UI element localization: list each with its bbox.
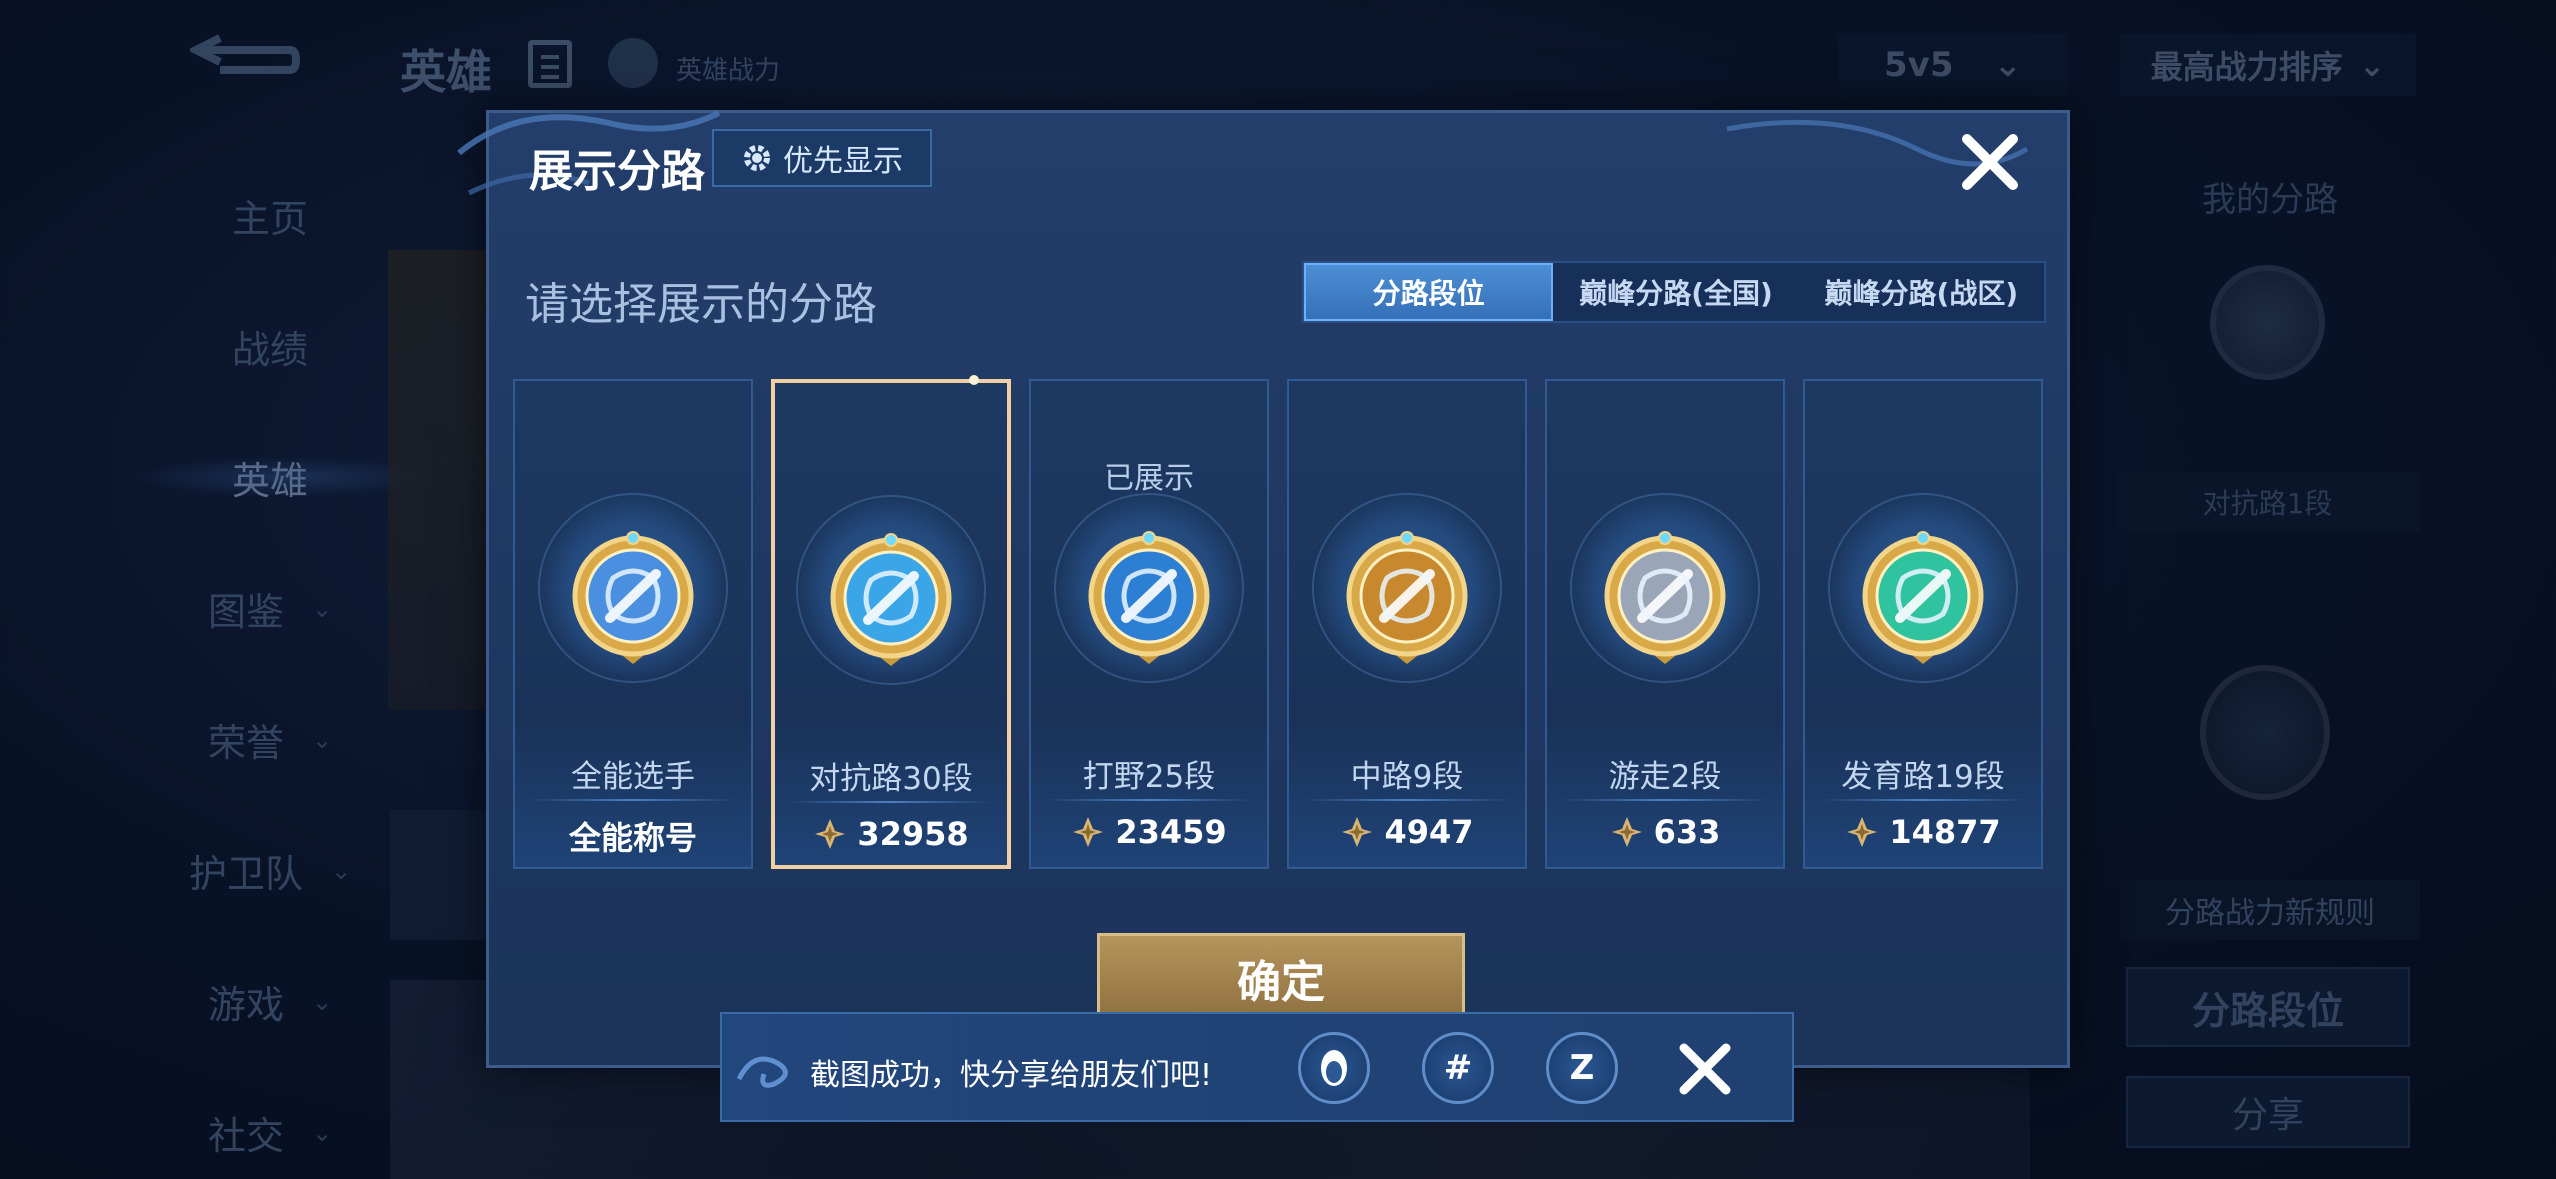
divider — [789, 801, 993, 803]
qzone-share-icon[interactable]: Z — [1546, 1032, 1618, 1104]
close-icon — [1962, 134, 2018, 190]
allround-emblem-icon — [568, 526, 698, 676]
lane-power-score: 32958 — [775, 815, 1007, 853]
lane-card[interactable]: 中路9段 4947 — [1287, 379, 1527, 869]
clash-lane-emblem-icon — [826, 528, 956, 678]
lane-power-score: 23459 — [1031, 813, 1267, 851]
tab-peak-region[interactable]: 巅峰分路(战区) — [1799, 263, 2044, 321]
mid-lane-emblem-icon — [1342, 526, 1472, 676]
lane-power-value: 32958 — [857, 815, 969, 853]
divider — [529, 799, 737, 801]
moments-share-icon[interactable]: # — [1422, 1032, 1494, 1104]
lane-rank-label: 中路9段 — [1350, 759, 1464, 795]
shown-label: 已展示 — [1104, 461, 1194, 496]
combat-power-icon — [1610, 815, 1644, 849]
share-toast: 截图成功，快分享给朋友们吧! # Z — [720, 1012, 1794, 1122]
combat-power-icon — [1071, 815, 1105, 849]
lane-power-score: 4947 — [1289, 813, 1525, 851]
lane-power-value: 4947 — [1384, 813, 1474, 851]
close-toast-button[interactable] — [1674, 1038, 1736, 1100]
lane-display-dialog: 展示分路 优先显示 请选择展示的分路 分路段位 巅峰分路(全国) 巅峰分路(战区… — [457, 110, 2070, 1068]
close-icon — [1679, 1043, 1731, 1095]
priority-display-button[interactable]: 优先显示 — [712, 129, 932, 187]
lane-rank-label: 打野25段 — [1082, 759, 1216, 795]
divider — [1045, 799, 1253, 801]
dialog-subtitle: 请选择展示的分路 — [525, 279, 877, 330]
dialog-title: 展示分路 — [529, 146, 705, 197]
moments-glyph: # — [1443, 1048, 1473, 1088]
lane-power-value: 633 — [1653, 813, 1721, 851]
roam-emblem-icon — [1600, 526, 1730, 676]
combat-power-icon — [813, 817, 847, 851]
confirm-button[interactable]: 确定 — [1097, 933, 1465, 1023]
divider — [1819, 799, 2027, 801]
priority-display-label: 优先显示 — [783, 144, 903, 179]
qq-share-icon[interactable] — [1298, 1032, 1370, 1104]
gear-icon — [744, 145, 770, 171]
lane-card[interactable]: 已展示 打野25段 23459 — [1029, 379, 1269, 869]
lane-power-value: 23459 — [1115, 813, 1227, 851]
tab-lane-rank[interactable]: 分路段位 — [1304, 263, 1554, 321]
share-toast-message: 截图成功，快分享给朋友们吧! — [810, 1058, 1213, 1093]
farm-lane-emblem-icon — [1858, 526, 1988, 676]
lane-power-score: 633 — [1547, 813, 1783, 851]
lane-rank-label: 发育路19段 — [1841, 759, 2005, 795]
tab-peak-national[interactable]: 巅峰分路(全国) — [1553, 263, 1798, 321]
close-dialog-button[interactable] — [1955, 127, 2025, 197]
cloud-ornament-icon — [736, 1056, 788, 1088]
jungle-emblem-icon — [1084, 526, 1214, 676]
penguin-icon — [1321, 1050, 1347, 1086]
lane-card[interactable]: 对抗路30段 32958 — [771, 375, 1011, 869]
divider — [1303, 799, 1511, 801]
lane-tabs: 分路段位 巅峰分路(全国) 巅峰分路(战区) — [1302, 261, 2046, 323]
lane-card[interactable]: 发育路19段 14877 — [1803, 379, 2043, 869]
divider — [1561, 799, 1769, 801]
combat-power-icon — [1340, 815, 1374, 849]
lane-rank-label: 全能选手 — [571, 759, 695, 795]
lane-power-score: 14877 — [1805, 813, 2041, 851]
lane-power-value: 14877 — [1889, 813, 2001, 851]
lane-power-value: 全能称号 — [568, 819, 697, 857]
lane-card[interactable]: 全能选手 全能称号 — [513, 379, 753, 869]
lane-rank-label: 对抗路30段 — [809, 761, 973, 797]
lane-card[interactable]: 游走2段 633 — [1545, 379, 1785, 869]
combat-power-icon — [1845, 815, 1879, 849]
lane-card-list: 全能选手 全能称号 对抗路30段 32958 已展示 打野25段 23459 中路9… — [513, 375, 2043, 869]
lane-power-score: 全能称号 — [515, 813, 751, 859]
qzone-glyph: Z — [1569, 1048, 1595, 1088]
lane-rank-label: 游走2段 — [1608, 759, 1722, 795]
